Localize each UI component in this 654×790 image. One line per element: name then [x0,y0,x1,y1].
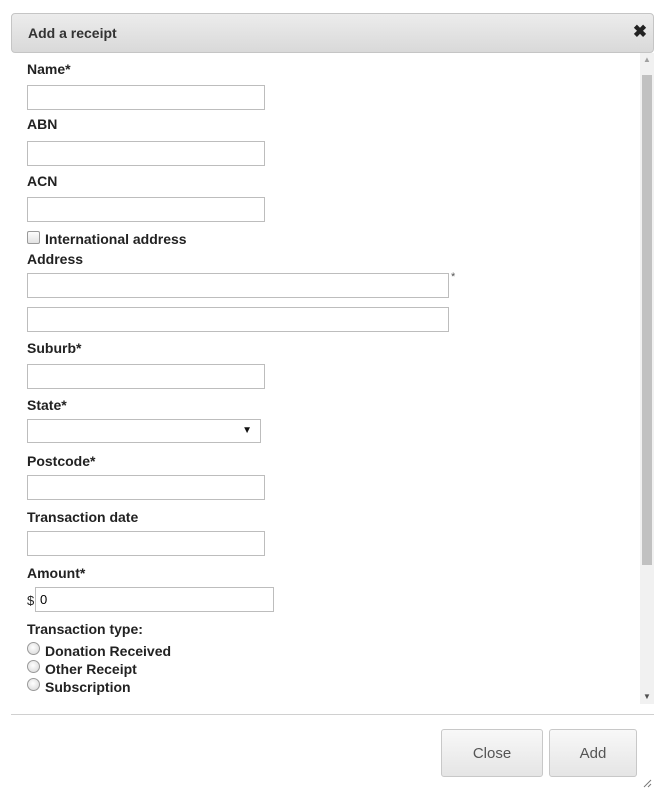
amount-input[interactable] [35,587,274,612]
chevron-down-icon: ▼ [242,425,252,436]
amount-label: Amount* [27,565,86,581]
abn-label: ABN [27,116,58,132]
address-line1-input[interactable] [27,273,449,298]
add-receipt-dialog: Add a receipt ✖ Name* ABN ACN Internatio… [0,0,654,790]
transaction-date-input[interactable] [27,531,265,556]
radio-other-receipt[interactable] [27,660,40,673]
dialog-footer: Close Add [11,714,654,790]
acn-input[interactable] [27,197,265,222]
scrollbar-thumb[interactable] [642,75,652,565]
close-button[interactable]: Close [441,729,543,777]
scroll-up-arrow-icon[interactable]: ▲ [640,53,654,67]
transaction-date-label: Transaction date [27,509,139,525]
address-required-marker: * [451,271,456,283]
radio-label-other-receipt: Other Receipt [45,661,137,677]
abn-input[interactable] [27,141,265,166]
dialog-content: Name* ABN ACN International address Addr… [11,53,654,704]
dialog-title: Add a receipt [28,25,117,41]
radio-donation-received[interactable] [27,642,40,655]
radio-subscription[interactable] [27,678,40,691]
international-address-checkbox[interactable] [27,231,40,244]
dialog-titlebar[interactable]: Add a receipt ✖ [11,13,654,53]
state-select[interactable]: ▼ [27,419,261,443]
international-address-label: International address [45,231,187,247]
suburb-input[interactable] [27,364,265,389]
name-input[interactable] [27,85,265,110]
suburb-label: Suburb* [27,340,82,356]
currency-symbol: $ [27,593,35,608]
postcode-label: Postcode* [27,453,96,469]
radio-label-subscription: Subscription [45,679,131,695]
transaction-type-label: Transaction type: [27,621,143,637]
state-label: State* [27,397,67,413]
add-button[interactable]: Add [549,729,637,777]
resize-grip-icon[interactable] [642,778,652,788]
postcode-input[interactable] [27,475,265,500]
acn-label: ACN [27,173,58,189]
scroll-down-arrow-icon[interactable]: ▼ [640,690,654,704]
address-line2-input[interactable] [27,307,449,332]
close-x-icon[interactable]: ✖ [631,23,649,41]
vertical-scrollbar[interactable]: ▲ ▼ [640,53,654,704]
name-label: Name* [27,61,71,77]
address-label: Address [27,251,84,267]
radio-label-donation-received: Donation Received [45,643,172,659]
